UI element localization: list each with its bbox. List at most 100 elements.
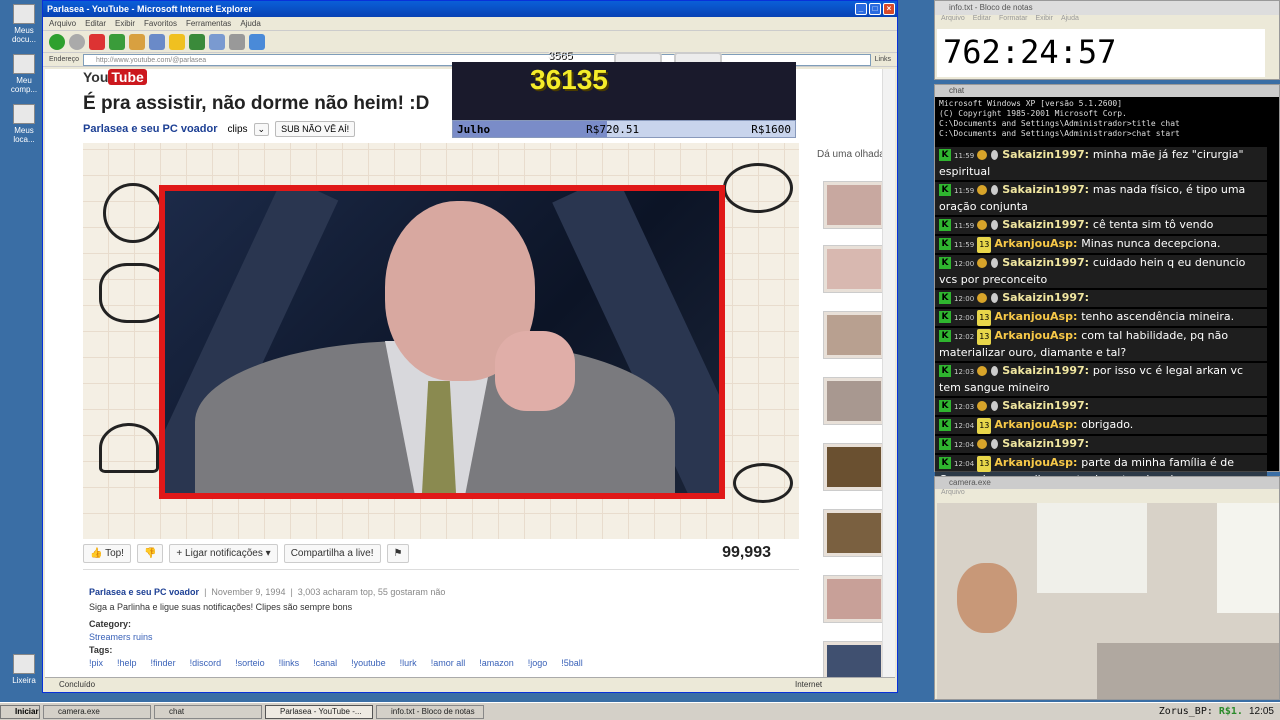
menu-file[interactable]: Arquivo [941,15,965,27]
notepad-window: info.txt - Bloco de notas Arquivo Editar… [934,0,1280,80]
history-icon[interactable] [189,33,205,50]
camera-titlebar[interactable]: camera.exe [935,477,1279,489]
dislike-button[interactable]: 👎 [136,543,164,563]
taskbar-item-chat[interactable]: chat [154,704,262,719]
tag-link[interactable]: !5ball [561,657,583,670]
message-text: obrigado. [1081,418,1134,431]
related-video-thumb[interactable] [823,509,885,557]
start-button[interactable]: Iniciar [0,704,40,719]
like-stats: 3,003 acharam top, 55 gostaram não [297,587,446,597]
tag-link[interactable]: !finder [151,657,176,670]
video-frame[interactable] [159,185,725,499]
forward-icon[interactable] [69,33,85,50]
chat-message: K 12:00 Sakaizin1997: [935,290,1267,307]
tag-link[interactable]: !help [117,657,137,670]
youtube-logo[interactable]: You Tube [83,69,147,85]
like-button[interactable]: 👍 Top! [83,543,131,563]
taskbar-item-camera[interactable]: camera.exe [43,704,151,719]
tag-link[interactable]: !jogo [528,657,548,670]
desktop-icon[interactable]: Meus docu... [4,4,44,44]
menu-help[interactable]: Ajuda [240,19,260,28]
chat-message: K 11:59 Sakaizin1997: minha mãe já fez "ci… [935,147,1267,180]
tag-link[interactable]: !amazon [479,657,514,670]
stop-icon[interactable] [89,33,105,50]
tag-link[interactable]: !pix [89,657,103,670]
message-username: ArkanjouAsp [994,310,1073,323]
menu-favorites[interactable]: Favoritos [144,19,177,28]
related-video-thumb[interactable] [823,311,885,359]
desktop-icon[interactable]: Lixeira [4,654,44,685]
favorites-icon[interactable] [169,33,185,50]
chevron-down-icon[interactable]: ⌄ [253,122,270,136]
taskbar-item-notepad[interactable]: info.txt - Bloco de notas [376,704,484,719]
menu-help[interactable]: Ajuda [1061,15,1079,27]
tag-link[interactable]: !canal [313,657,337,670]
chat-messages: K 11:59 Sakaizin1997: minha mãe já fez "ci… [935,147,1267,490]
notepad-text[interactable]: 762:24:57 [937,29,1265,77]
message-username: ArkanjouAsp [994,418,1073,431]
edit-icon[interactable] [249,33,265,50]
close-button[interactable]: × [883,3,895,15]
page-scrollbar[interactable] [882,69,895,677]
related-video-thumb[interactable] [823,575,885,623]
mail-icon[interactable] [209,33,225,50]
tag-link[interactable]: !links [279,657,300,670]
coin-icon [977,185,988,195]
video-player[interactable] [83,143,799,539]
taskbar-item-browser[interactable]: Parlasea - YouTube -... [265,704,373,719]
tag-link[interactable]: !lurk [400,657,417,670]
tag-link[interactable]: !youtube [351,657,386,670]
print-icon[interactable] [229,33,245,50]
menu-edit[interactable]: Editar [973,15,991,27]
notify-button[interactable]: + Ligar notificações ▾ [169,543,278,563]
clips-label[interactable]: clips [228,124,248,135]
clock: 12:05 [1248,706,1274,717]
chat-message: K 12:02 13 ArkanjouAsp: com tal habilidade,… [935,328,1267,361]
share-button[interactable]: Compartilha a live! [283,543,381,563]
maximize-button[interactable]: □ [869,3,881,15]
tag-link[interactable]: !sorteio [235,657,265,670]
tag-link[interactable]: !discord [190,657,222,670]
flag-icon[interactable]: ⚑ [386,543,410,563]
subscribe-button[interactable]: SUB NÃO VÊ AÍ! [275,121,356,137]
username-separator: : [1072,329,1082,342]
search-icon[interactable] [149,33,165,50]
menu-format[interactable]: Formatar [999,15,1027,27]
menu-edit[interactable]: Editar [85,19,106,28]
folder-icon [13,4,35,24]
related-video-thumb[interactable] [823,377,885,425]
chat-titlebar[interactable]: chat [935,85,1279,97]
browser-titlebar[interactable]: Parlasea - YouTube - Microsoft Internet … [43,1,897,17]
description-channel-link[interactable]: Parlasea e seu PC voador [89,587,199,597]
desktop-icon[interactable]: Meus loca... [4,104,44,144]
menu-tools[interactable]: Ferramentas [186,19,231,28]
desktop-icon[interactable]: Meu comp... [4,54,44,94]
category-link[interactable]: Streamers ruins [89,632,153,642]
taskbar: Iniciar camera.exe chat Parlasea - YouTu… [0,702,1280,720]
tag-link[interactable]: !amor all [431,657,466,670]
message-time: 11:59 [954,222,975,230]
related-video-thumb[interactable] [823,181,885,229]
message-username: Sakaizin1997 [1002,437,1085,450]
thumb-image [827,645,881,677]
related-video-thumb[interactable] [823,443,885,491]
minimize-button[interactable]: _ [855,3,867,15]
home-icon[interactable] [129,33,145,50]
message-time: 12:00 [954,260,975,268]
related-video-thumb[interactable] [823,245,885,293]
back-icon[interactable] [49,33,65,50]
thumb-image [827,447,881,487]
view-count: 99,993 [722,544,771,561]
related-video-thumb[interactable] [823,641,885,677]
links-label[interactable]: Links [875,56,897,63]
refresh-icon[interactable] [109,33,125,50]
channel-link[interactable]: Parlasea e seu PC voador [83,123,218,135]
coin-icon [977,150,988,160]
menu-file[interactable]: Arquivo [49,19,76,28]
menu-view[interactable]: Exibir [1035,15,1053,27]
tags-label: Tags: [89,645,113,655]
chat-badge-icon: K [939,365,951,377]
menu-view[interactable]: Exibir [115,19,135,28]
notepad-titlebar[interactable]: info.txt - Bloco de notas [935,1,1279,15]
camera-menu[interactable]: Arquivo [935,489,1279,501]
